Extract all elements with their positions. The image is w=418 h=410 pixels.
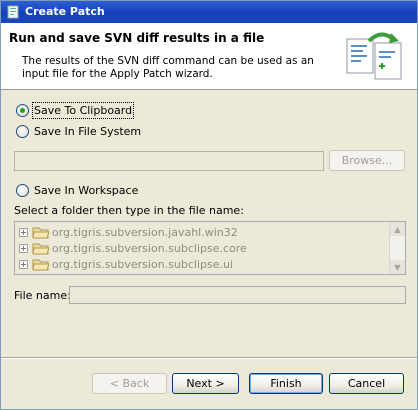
- workspace-folder-tree[interactable]: org.tigris.subversion.javahl.win32 org.t…: [14, 221, 406, 275]
- browse-button[interactable]: Browse...: [329, 150, 405, 171]
- expand-icon[interactable]: [19, 243, 28, 253]
- tree-item[interactable]: org.tigris.subversion.subclipse.ui: [19, 256, 233, 272]
- scroll-up-icon[interactable]: ▲: [390, 222, 405, 236]
- tree-item-label: org.tigris.subversion.javahl.win32: [52, 225, 238, 239]
- button-bar-separator: [1, 357, 417, 359]
- next-button[interactable]: Next >: [172, 373, 239, 394]
- expand-icon[interactable]: [19, 259, 28, 269]
- save-in-file-system-radio[interactable]: Save In File System: [16, 124, 141, 138]
- save-to-clipboard-label: Save To Clipboard: [31, 101, 135, 119]
- save-in-file-system-label: Save In File System: [34, 124, 142, 138]
- window-title: Create Patch: [25, 5, 105, 18]
- back-button[interactable]: < Back: [92, 373, 167, 394]
- tree-scrollbar[interactable]: ▲ ▼: [389, 222, 405, 274]
- scroll-down-icon[interactable]: ▼: [390, 260, 405, 274]
- project-folder-icon: [32, 243, 50, 255]
- file-name-input[interactable]: [69, 286, 406, 304]
- tree-item[interactable]: org.tigris.subversion.subclipse.core: [19, 240, 247, 256]
- radio-indicator[interactable]: [16, 124, 29, 138]
- file-name-label: File name:: [14, 289, 71, 302]
- cancel-button[interactable]: Cancel: [329, 373, 404, 394]
- save-to-clipboard-radio[interactable]: Save To Clipboard: [16, 101, 135, 119]
- save-in-workspace-label: Save In Workspace: [34, 183, 139, 197]
- wizard-banner: Run and save SVN diff results in a file …: [1, 23, 417, 90]
- page-title: Run and save SVN diff results in a file: [9, 31, 265, 45]
- create-patch-dialog: Create Patch Run and save SVN diff resul…: [0, 0, 418, 410]
- tree-item[interactable]: org.tigris.subversion.javahl.win32: [19, 224, 238, 240]
- tree-item-label: org.tigris.subversion.subclipse.core: [52, 241, 247, 255]
- title-bar[interactable]: Create Patch: [1, 1, 417, 23]
- page-description: The results of the SVN diff command can …: [22, 55, 314, 80]
- finish-button[interactable]: Finish: [249, 373, 323, 394]
- file-system-path-input[interactable]: [14, 151, 324, 171]
- folder-prompt: Select a folder then type in the file na…: [14, 204, 244, 217]
- radio-indicator[interactable]: [16, 183, 29, 197]
- save-in-workspace-radio[interactable]: Save In Workspace: [16, 183, 138, 197]
- patch-wizard-icon: [346, 32, 402, 80]
- app-icon: [7, 5, 19, 19]
- project-folder-icon: [32, 227, 50, 239]
- project-folder-icon: [32, 259, 50, 271]
- radio-indicator[interactable]: [16, 103, 29, 117]
- expand-icon[interactable]: [19, 227, 28, 237]
- tree-item-label: org.tigris.subversion.subclipse.ui: [52, 257, 234, 271]
